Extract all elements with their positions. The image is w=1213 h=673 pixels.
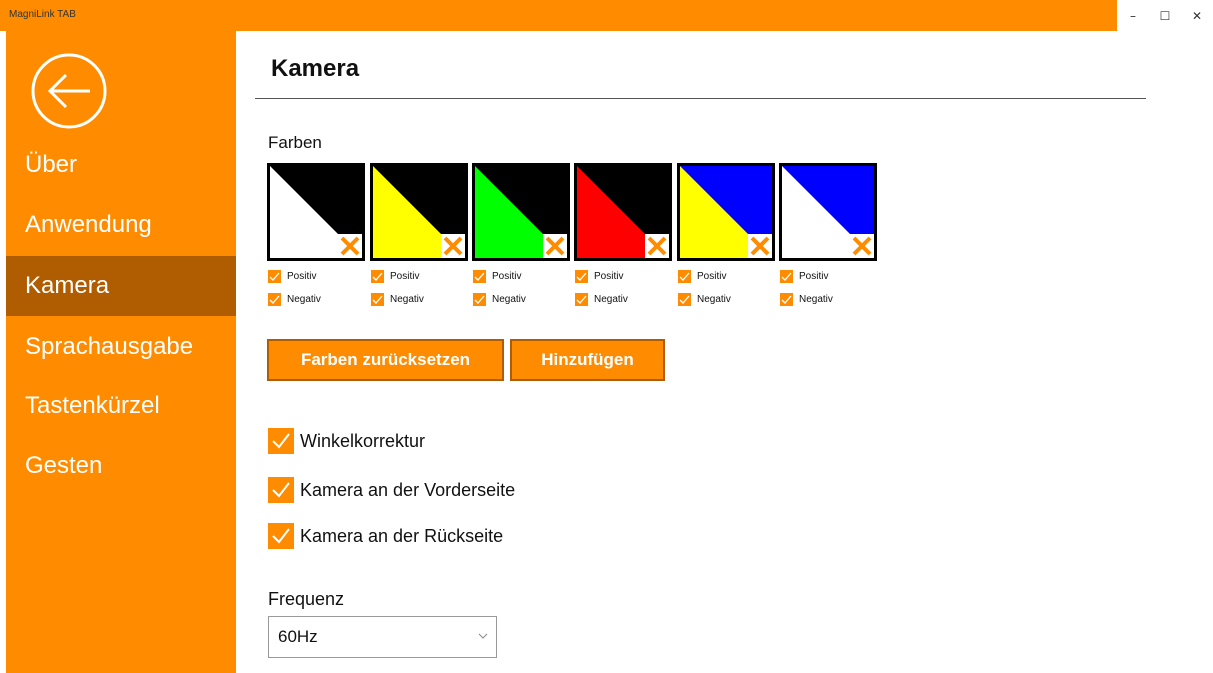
positive-label: Positiv bbox=[492, 271, 522, 282]
frequency-select[interactable]: 60Hz bbox=[268, 616, 497, 658]
chevron-down-icon bbox=[478, 633, 488, 639]
checkbox-negative[interactable] bbox=[780, 293, 793, 306]
negative-label: Negativ bbox=[697, 294, 731, 305]
positive-checkbox-row[interactable]: Positiv bbox=[780, 270, 828, 283]
positive-label: Positiv bbox=[287, 271, 317, 282]
checkbox-negative[interactable] bbox=[575, 293, 588, 306]
checkmark-icon bbox=[272, 433, 290, 449]
minimize-button[interactable]: – bbox=[1117, 0, 1149, 31]
checkmark-icon bbox=[372, 295, 383, 304]
positive-checkbox-row[interactable]: Positiv bbox=[678, 270, 726, 283]
front-camera-label: Kamera an der Vorderseite bbox=[300, 479, 516, 500]
checkmark-icon bbox=[272, 528, 290, 544]
checkbox-negative[interactable] bbox=[678, 293, 691, 306]
rear-camera-label: Kamera an der Rückseite bbox=[300, 525, 504, 546]
checkmark-icon bbox=[372, 272, 383, 281]
color-swatch[interactable] bbox=[370, 163, 468, 261]
negative-label: Negativ bbox=[492, 294, 526, 305]
negative-checkbox-row[interactable]: Negativ bbox=[371, 293, 424, 306]
delete-x-icon[interactable] bbox=[645, 234, 669, 258]
window-title: MagniLink TAB bbox=[9, 9, 76, 20]
checkbox-angle-correction[interactable] bbox=[268, 428, 294, 454]
angle-correction-label: Winkelkorrektur bbox=[300, 430, 426, 451]
checkbox-positive[interactable] bbox=[780, 270, 793, 283]
negative-label: Negativ bbox=[287, 294, 321, 305]
checkmark-icon bbox=[576, 272, 587, 281]
positive-label: Positiv bbox=[799, 271, 829, 282]
checkmark-icon bbox=[679, 272, 690, 281]
rear-camera-option[interactable]: Kamera an der Rückseite bbox=[268, 523, 503, 549]
sidebar-item-gesten[interactable]: Gesten bbox=[6, 436, 236, 496]
negative-checkbox-row[interactable]: Negativ bbox=[575, 293, 628, 306]
checkbox-front-camera[interactable] bbox=[268, 477, 294, 503]
negative-checkbox-row[interactable]: Negativ bbox=[678, 293, 731, 306]
negative-checkbox-row[interactable]: Negativ bbox=[780, 293, 833, 306]
color-swatch[interactable] bbox=[472, 163, 570, 261]
checkbox-positive[interactable] bbox=[473, 270, 486, 283]
positive-label: Positiv bbox=[390, 271, 420, 282]
positive-label: Positiv bbox=[594, 271, 624, 282]
checkbox-positive[interactable] bbox=[678, 270, 691, 283]
angle-correction-option[interactable]: Winkelkorrektur bbox=[268, 428, 425, 454]
negative-label: Negativ bbox=[799, 294, 833, 305]
maximize-button[interactable]: ☐ bbox=[1149, 0, 1181, 31]
delete-x-icon[interactable] bbox=[338, 234, 362, 258]
reset-colors-button[interactable]: Farben zurücksetzen bbox=[267, 339, 504, 381]
colors-label: Farben bbox=[268, 133, 322, 152]
close-button[interactable]: ✕ bbox=[1181, 0, 1213, 31]
negative-label: Negativ bbox=[594, 294, 628, 305]
title-bar: MagniLink TAB – ☐ ✕ bbox=[0, 0, 1213, 31]
frequency-value: 60Hz bbox=[278, 627, 318, 646]
checkbox-positive[interactable] bbox=[371, 270, 384, 283]
delete-x-icon[interactable] bbox=[748, 234, 772, 258]
back-arrow-circle-icon[interactable] bbox=[30, 52, 108, 130]
checkmark-icon bbox=[474, 272, 485, 281]
sidebar-item-anwendung[interactable]: Anwendung bbox=[6, 195, 236, 255]
frequency-label: Frequenz bbox=[268, 589, 345, 609]
positive-checkbox-row[interactable]: Positiv bbox=[268, 270, 316, 283]
color-swatch[interactable] bbox=[574, 163, 672, 261]
checkbox-negative[interactable] bbox=[371, 293, 384, 306]
checkmark-icon bbox=[474, 295, 485, 304]
checkbox-positive[interactable] bbox=[268, 270, 281, 283]
checkbox-positive[interactable] bbox=[575, 270, 588, 283]
checkmark-icon bbox=[781, 295, 792, 304]
checkmark-icon bbox=[269, 272, 280, 281]
positive-checkbox-row[interactable]: Positiv bbox=[473, 270, 521, 283]
sidebar-item-kamera[interactable]: Kamera bbox=[6, 256, 236, 316]
page-title: Kamera bbox=[271, 55, 360, 82]
checkbox-negative[interactable] bbox=[473, 293, 486, 306]
color-swatch[interactable] bbox=[779, 163, 877, 261]
checkmark-icon bbox=[679, 295, 690, 304]
color-swatch[interactable] bbox=[677, 163, 775, 261]
sidebar-item-ueber[interactable]: Über bbox=[6, 135, 236, 195]
checkmark-icon bbox=[781, 272, 792, 281]
delete-x-icon[interactable] bbox=[850, 234, 874, 258]
sidebar-item-sprachausgabe[interactable]: Sprachausgabe bbox=[6, 317, 236, 377]
positive-label: Positiv bbox=[697, 271, 727, 282]
main-content: Kamera Farben Positiv Negativ Positiv Negat… bbox=[236, 31, 1213, 673]
checkmark-icon bbox=[269, 295, 280, 304]
checkmark-icon bbox=[576, 295, 587, 304]
delete-x-icon[interactable] bbox=[441, 234, 465, 258]
checkbox-negative[interactable] bbox=[268, 293, 281, 306]
color-swatch[interactable] bbox=[267, 163, 365, 261]
window-controls: – ☐ ✕ bbox=[1117, 0, 1213, 31]
add-color-button[interactable]: Hinzufügen bbox=[510, 339, 665, 381]
negative-checkbox-row[interactable]: Negativ bbox=[473, 293, 526, 306]
sidebar-item-tastenkuerzel[interactable]: Tastenkürzel bbox=[6, 376, 236, 436]
negative-label: Negativ bbox=[390, 294, 424, 305]
positive-checkbox-row[interactable]: Positiv bbox=[371, 270, 419, 283]
checkbox-rear-camera[interactable] bbox=[268, 523, 294, 549]
checkmark-icon bbox=[272, 482, 290, 498]
front-camera-option[interactable]: Kamera an der Vorderseite bbox=[268, 477, 515, 503]
delete-x-icon[interactable] bbox=[543, 234, 567, 258]
positive-checkbox-row[interactable]: Positiv bbox=[575, 270, 623, 283]
title-divider bbox=[255, 98, 1146, 99]
sidebar: Über Anwendung Kamera Sprachausgabe Tast… bbox=[6, 31, 236, 673]
negative-checkbox-row[interactable]: Negativ bbox=[268, 293, 321, 306]
